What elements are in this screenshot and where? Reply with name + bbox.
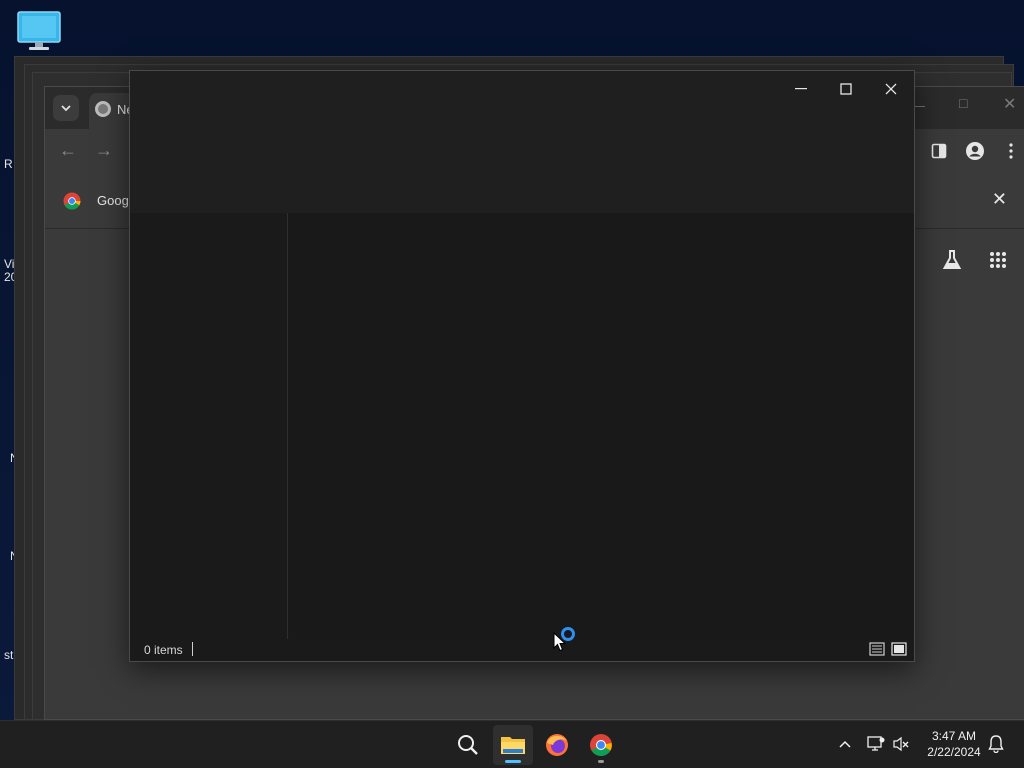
forward-button[interactable]: → (95, 140, 113, 161)
details-view-icon[interactable] (869, 641, 885, 657)
back-button[interactable]: ← (59, 140, 77, 161)
notification-bell-icon[interactable] (987, 735, 1005, 753)
desktop-label-fragment: R (4, 157, 13, 171)
taskbar-search-button[interactable] (448, 725, 488, 765)
desktop-label-fragment: st (4, 648, 14, 662)
mouse-cursor-icon (553, 632, 567, 652)
large-icons-view-icon[interactable] (891, 641, 907, 657)
chrome-icon (590, 734, 612, 756)
labs-flask-icon[interactable] (941, 249, 963, 271)
file-list-pane[interactable] (289, 213, 914, 639)
taskbar-firefox-button[interactable] (537, 725, 577, 765)
clock-time: 3:47 AM (931, 729, 977, 743)
status-bar: 0 items (130, 639, 914, 661)
firefox-icon (546, 734, 568, 756)
folder-icon (501, 737, 525, 754)
desktop-label-fragment: Vi (4, 257, 15, 271)
infobar-text: Goog (97, 193, 129, 208)
explorer-title-bar[interactable] (130, 71, 914, 213)
chevron-down-icon (61, 105, 71, 112)
apps-grid-icon[interactable] (989, 251, 1007, 269)
taskbar-file-explorer-button[interactable] (493, 725, 533, 765)
file-explorer-window[interactable]: 0 items (129, 70, 915, 662)
search-icon (458, 735, 478, 755)
item-count: 0 items (144, 643, 183, 657)
chrome-favicon-icon (95, 101, 111, 117)
minimize-icon (795, 88, 807, 90)
active-indicator (505, 760, 521, 763)
taskbar: 3:47 AM 2/22/2024 (0, 720, 1024, 768)
taskbar-chrome-button[interactable] (581, 725, 621, 765)
chrome-maximize-button[interactable]: □ (959, 95, 967, 111)
explorer-minimize-button[interactable] (778, 75, 824, 103)
tab-search-button[interactable] (53, 95, 79, 121)
navigation-pane[interactable] (130, 213, 288, 639)
maximize-icon (840, 83, 852, 95)
infobar-close-button[interactable]: ✕ (992, 189, 1007, 210)
profile-icon[interactable] (965, 141, 985, 161)
show-hidden-icons-button[interactable] (836, 735, 854, 753)
clock-date: 2/22/2024 (927, 745, 981, 759)
running-indicator (598, 760, 604, 763)
this-pc-icon[interactable] (16, 10, 62, 52)
explorer-maximize-button[interactable] (823, 75, 869, 103)
volume-muted-icon[interactable] (892, 735, 910, 753)
network-icon[interactable] (867, 735, 885, 753)
chrome-close-button[interactable]: ✕ (1003, 94, 1016, 114)
clock[interactable]: 3:47 AM 2/22/2024 (918, 728, 990, 760)
explorer-close-button[interactable] (868, 75, 914, 103)
close-icon (885, 83, 897, 95)
menu-icon[interactable] (1001, 141, 1021, 161)
side-panel-icon[interactable] (929, 141, 949, 161)
status-separator (192, 642, 193, 656)
chevron-up-icon (839, 740, 851, 748)
chrome-logo-icon (63, 192, 81, 210)
